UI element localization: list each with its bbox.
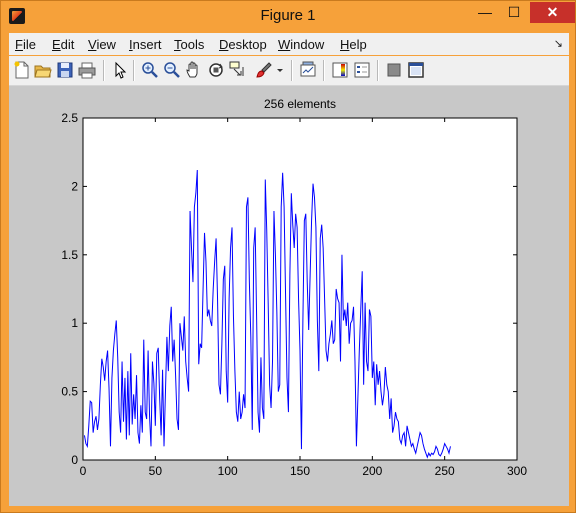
- menu-edit[interactable]: Edit: [52, 37, 74, 52]
- menu-view[interactable]: View: [88, 37, 116, 52]
- chart-title: 256 elements: [264, 97, 336, 111]
- axes-box: [82, 117, 518, 461]
- new-figure-icon[interactable]: [13, 61, 31, 79]
- legend-icon[interactable]: [353, 61, 371, 79]
- toolbar-separator: [323, 60, 325, 81]
- dock-figure-icon[interactable]: ↘: [554, 37, 563, 50]
- toolbar-separator: [377, 60, 379, 81]
- figure-canvas: 256 elements 0 50 100 150 200 250 300 0 0.5 1 1.5 2…: [9, 86, 569, 506]
- save-icon[interactable]: [56, 61, 74, 79]
- title-bar[interactable]: Figure 1 — ☐ ✕: [1, 1, 575, 31]
- maximize-button[interactable]: ☐: [500, 2, 528, 23]
- figure-toolbar: [9, 56, 569, 86]
- menu-insert[interactable]: Insert: [129, 37, 162, 52]
- x-tick-label: 50: [149, 464, 163, 478]
- menu-file[interactable]: File: [15, 37, 36, 52]
- y-tick-label: 1: [71, 316, 78, 330]
- hide-plot-tools-icon[interactable]: [385, 61, 403, 79]
- brush-dropdown-icon[interactable]: [275, 61, 285, 79]
- figure-window: Figure 1 — ☐ ✕ File Edit View Insert Too…: [0, 0, 576, 513]
- y-tick-label: 0: [71, 453, 78, 467]
- plot-area[interactable]: 256 elements 0 50 100 150 200 250 300 0 0.5 1 1.5 2…: [9, 86, 569, 506]
- zoom-in-icon[interactable]: [141, 61, 159, 79]
- menu-window[interactable]: Window: [278, 37, 324, 52]
- y-tick-label: 1.5: [61, 248, 78, 262]
- toolbar-separator: [103, 60, 105, 81]
- toolbar-separator: [291, 60, 293, 81]
- open-file-icon[interactable]: [34, 61, 52, 79]
- link-plot-icon[interactable]: [299, 61, 317, 79]
- y-tick-label: 0.5: [61, 385, 78, 399]
- menu-desktop[interactable]: Desktop: [219, 37, 267, 52]
- colorbar-icon[interactable]: [331, 61, 349, 79]
- menu-bar: File Edit View Insert Tools Desktop Wind…: [9, 33, 569, 55]
- menu-tools[interactable]: Tools: [174, 37, 204, 52]
- x-tick-label: 100: [218, 464, 238, 478]
- x-tick-label: 300: [507, 464, 527, 478]
- x-tick-label: 150: [290, 464, 310, 478]
- close-button[interactable]: ✕: [530, 2, 575, 23]
- y-tick-label: 2: [71, 179, 78, 193]
- print-icon[interactable]: [78, 61, 96, 79]
- menu-help[interactable]: Help: [340, 37, 367, 52]
- x-tick-label: 0: [80, 464, 87, 478]
- toolbar-separator: [133, 60, 135, 81]
- x-tick-label: 200: [362, 464, 382, 478]
- pan-icon[interactable]: [185, 61, 203, 79]
- zoom-out-icon[interactable]: [163, 61, 181, 79]
- x-tick-label: 250: [435, 464, 455, 478]
- brush-icon[interactable]: [255, 61, 273, 79]
- minimize-button[interactable]: —: [471, 2, 499, 23]
- show-plot-tools-icon[interactable]: [407, 61, 425, 79]
- data-cursor-icon[interactable]: [229, 61, 247, 79]
- pointer-icon[interactable]: [111, 61, 129, 79]
- y-tick-label: 2.5: [61, 111, 78, 125]
- rotate-3d-icon[interactable]: [207, 61, 225, 79]
